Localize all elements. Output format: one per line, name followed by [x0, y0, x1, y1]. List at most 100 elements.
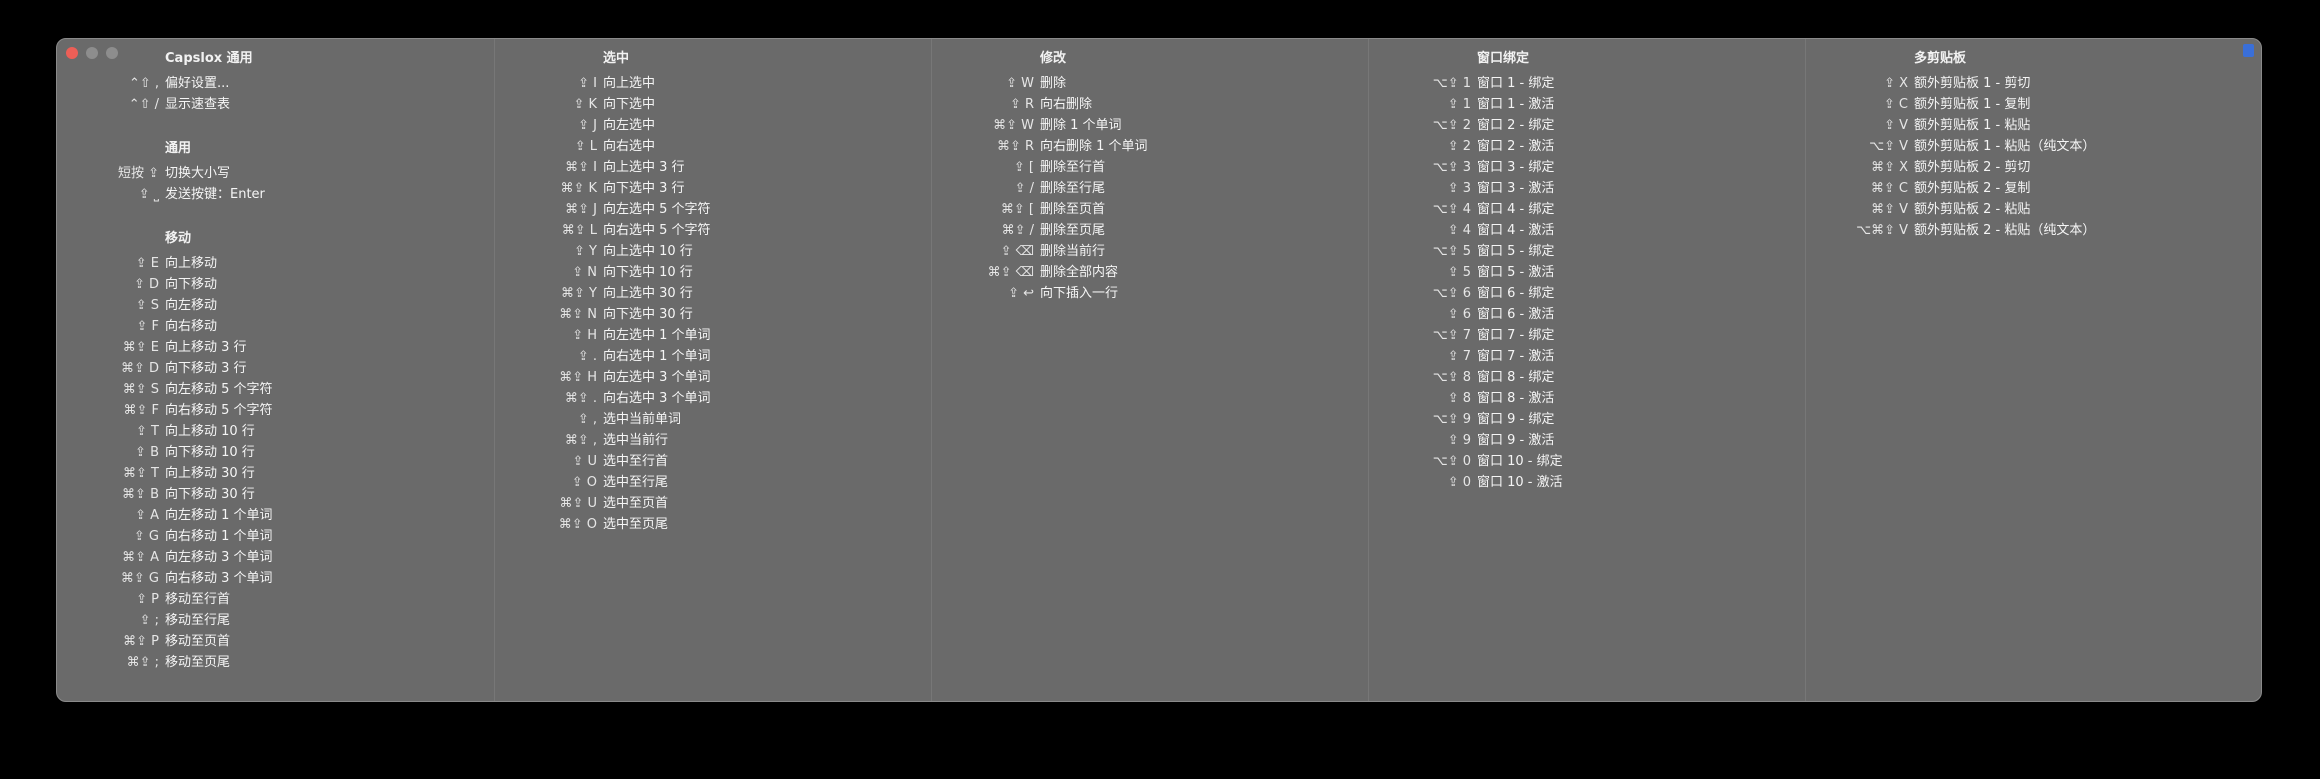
shortcut-keys: ⇪ 0: [1447, 475, 1471, 490]
shortcut-keys: ⌥⇪ 7: [1432, 328, 1471, 343]
shortcut-keys: ⇪ R: [1009, 97, 1034, 112]
shortcut-columns: Capslox 通用 ⌃⇧ , 偏好设置... ⌃⇧ / 显示速查表 通用 短按 ⇪ 切换大小…: [57, 39, 2261, 701]
shortcut-description: 窗口 7 - 激活: [1477, 349, 1555, 364]
shortcut-keys: ⌘⇪ H: [559, 370, 597, 385]
shortcut-description: 选中至页尾: [603, 517, 669, 532]
shortcut-keys: ⇪ 2: [1447, 139, 1471, 154]
shortcut-row: ⌘⇪ U 选中至页首: [495, 493, 932, 514]
shortcut-row: ⌘⇪ K 向下选中 3 行: [495, 178, 932, 199]
shortcut-row: ⌥⇪ 9 窗口 9 - 绑定: [1369, 409, 1806, 430]
shortcut-description: 窗口 4 - 激活: [1477, 223, 1555, 238]
shortcut-description: 向下选中 3 行: [603, 181, 685, 196]
shortcut-description: 额外剪贴板 2 - 复制: [1914, 181, 2031, 196]
shortcut-row: ⇪ K 向下选中: [495, 94, 932, 115]
shortcut-description: 向右移动 5 个字符: [165, 403, 273, 418]
shortcut-row: ⇪ [删除至行首: [932, 157, 1369, 178]
shortcut-description: 窗口 10 - 激活: [1477, 475, 1563, 490]
shortcut-keys: ⇪ .: [577, 349, 597, 364]
shortcut-description: 窗口 3 - 激活: [1477, 181, 1555, 196]
shortcut-keys: ⇪ 1: [1447, 97, 1471, 112]
shortcut-row: ⌘⇪ A 向左移动 3 个单词: [57, 547, 494, 568]
shortcut-keys: ⇪ S: [135, 298, 159, 313]
shortcut-column: 多剪贴板 ⇪ X 额外剪贴板 1 - 剪切 ⇪ C 额外剪贴板 1 - 复制 ⇪ V 额外剪…: [1805, 39, 2243, 701]
shortcut-description: 向下移动 30 行: [165, 487, 255, 502]
shortcut-row: ⌥⇪ 6 窗口 6 - 绑定: [1369, 283, 1806, 304]
shortcut-row: ⇪ P 移动至行首: [57, 589, 494, 610]
shortcut-description: 窗口 7 - 绑定: [1477, 328, 1555, 343]
shortcut-row: ⇪ 5 窗口 5 - 激活: [1369, 262, 1806, 283]
shortcut-keys: ⇪ T: [136, 424, 159, 439]
shortcut-column: Capslox 通用 ⌃⇧ , 偏好设置... ⌃⇧ / 显示速查表 通用 短按 ⇪ 切换大小…: [57, 39, 494, 701]
shortcut-description: 移动至页首: [165, 634, 231, 649]
shortcut-row: ⇪ / 删除至行尾: [932, 178, 1369, 199]
shortcut-keys: ⌥⇪ V: [1869, 139, 1908, 154]
shortcut-keys: ⌘⇪ Y: [561, 286, 597, 301]
shortcut-row: ⇪ 4 窗口 4 - 激活: [1369, 220, 1806, 241]
shortcut-row: ⌥⇪ 1 窗口 1 - 绑定: [1369, 73, 1806, 94]
shortcut-description: 移动至页尾: [165, 655, 231, 670]
shortcut-row: ⌥⌘⇪ V 额外剪贴板 2 - 粘贴（纯文本）: [1806, 220, 2243, 241]
shortcut-description: 窗口 2 - 激活: [1477, 139, 1555, 154]
shortcut-description: 窗口 6 - 激活: [1477, 307, 1555, 322]
shortcut-row: ⌘⇪ L 向右选中 5 个字符: [495, 220, 932, 241]
cheatsheet-window: Capslox 通用 ⌃⇧ , 偏好设置... ⌃⇧ / 显示速查表 通用 短按 ⇪ 切换大小…: [56, 38, 2262, 702]
shortcut-keys: ⌘⇪ L: [561, 223, 597, 238]
section-title: 移动: [165, 231, 192, 246]
shortcut-description: 窗口 9 - 绑定: [1477, 412, 1555, 427]
shortcut-description: 向左移动 1 个单词: [165, 508, 273, 523]
shortcut-description: 删除至页首: [1040, 202, 1106, 217]
shortcut-row: ⌘⇪ [ 删除至页首: [932, 199, 1369, 220]
shortcut-keys: 短按 ⇪: [117, 166, 159, 181]
shortcut-description: 额外剪贴板 1 - 剪切: [1914, 76, 2031, 91]
shortcut-keys: ⌃⇧ /: [128, 97, 159, 112]
shortcut-keys: ⇪ Y: [574, 244, 597, 259]
shortcut-description: 向右移动 1 个单词: [165, 529, 273, 544]
shortcut-row: ⇪ L 向右选中: [495, 136, 932, 157]
shortcut-description: 窗口 2 - 绑定: [1477, 118, 1555, 133]
shortcut-keys: ⇪ ⌫: [1000, 244, 1034, 259]
shortcut-keys: ⇪ C: [1883, 97, 1908, 112]
shortcut-description: 选中至页首: [603, 496, 669, 511]
shortcut-column: 选中 ⇪ I 向上选中 ⇪ K 向下选中 ⇪ J 向左选中 ⇪ L 向右选中 ⌘⇪ I 向上选中 3…: [494, 39, 932, 701]
shortcut-keys: ⌘⇪ U: [559, 496, 597, 511]
shortcut-row: ⇪ 0 窗口 10 - 激活: [1369, 472, 1806, 493]
shortcut-description: 向右选中 1 个单词: [603, 349, 711, 364]
shortcut-keys: ⌥⇪ 3: [1432, 160, 1471, 175]
shortcut-row: ⌘⇪ B 向下移动 30 行: [57, 484, 494, 505]
shortcut-row: ⇪ ↩ 向下插入一行: [932, 283, 1369, 304]
shortcut-row: ⇪ W 删除: [932, 73, 1369, 94]
shortcut-description: 向上选中 3 行: [603, 160, 685, 175]
shortcut-row: ⌘⇪ F 向右移动 5 个字符: [57, 400, 494, 421]
shortcut-keys: ⌘⇪ V: [1871, 202, 1908, 217]
shortcut-row: ⌘⇪ J 向左选中 5 个字符: [495, 199, 932, 220]
shortcut-row: ⌥⇪ 3 窗口 3 - 绑定: [1369, 157, 1806, 178]
shortcut-keys: ⌘⇪ [: [1000, 202, 1034, 217]
shortcut-keys: ⌘⇪ S: [122, 382, 159, 397]
shortcut-description: 向左选中 3 个单词: [603, 370, 711, 385]
shortcut-column: 修改 ⇪ W 删除 ⇪ R 向右删除 ⌘⇪ W 删除 1 个单词 ⌘⇪ R 向右删除 1 个单词…: [931, 39, 1369, 701]
shortcut-description: 偏好设置...: [165, 76, 230, 91]
shortcut-description: 窗口 3 - 绑定: [1477, 160, 1555, 175]
shortcut-keys: ⌘⇪ D: [120, 361, 159, 376]
shortcut-keys: ⇪ [: [1013, 160, 1034, 175]
shortcut-row: ⌥⇪ 8 窗口 8 - 绑定: [1369, 367, 1806, 388]
shortcut-description: 删除至页尾: [1040, 223, 1106, 238]
shortcut-row: ⇪ U 选中至行首: [495, 451, 932, 472]
shortcut-description: 向左移动: [165, 298, 218, 313]
shortcut-row: ⇪ O 选中至行尾: [495, 472, 932, 493]
shortcut-description: 向下移动 3 行: [165, 361, 247, 376]
shortcut-row: ⌘⇪ O 选中至页尾: [495, 514, 932, 535]
shortcut-row: ⇪ ⎵ 发送按键：Enter: [57, 184, 494, 205]
shortcut-description: 窗口 6 - 绑定: [1477, 286, 1555, 301]
shortcut-description: 向下选中 10 行: [603, 265, 693, 280]
shortcut-description: 向左移动 5 个字符: [165, 382, 273, 397]
shortcut-row: ⌥⇪ 2 窗口 2 - 绑定: [1369, 115, 1806, 136]
shortcut-description: 删除至行尾: [1040, 181, 1106, 196]
shortcut-keys: ⌥⇪ 2: [1432, 118, 1471, 133]
shortcut-keys: ⌥⇪ 4: [1432, 202, 1471, 217]
shortcut-keys: ⌘⇪ P: [123, 634, 159, 649]
shortcut-row: ⇪ F 向右移动: [57, 316, 494, 337]
shortcut-keys: ⇪ ↩: [1008, 286, 1034, 301]
shortcut-row: ⌘⇪ S 向左移动 5 个字符: [57, 379, 494, 400]
shortcut-description: 向右移动 3 个单词: [165, 571, 273, 586]
